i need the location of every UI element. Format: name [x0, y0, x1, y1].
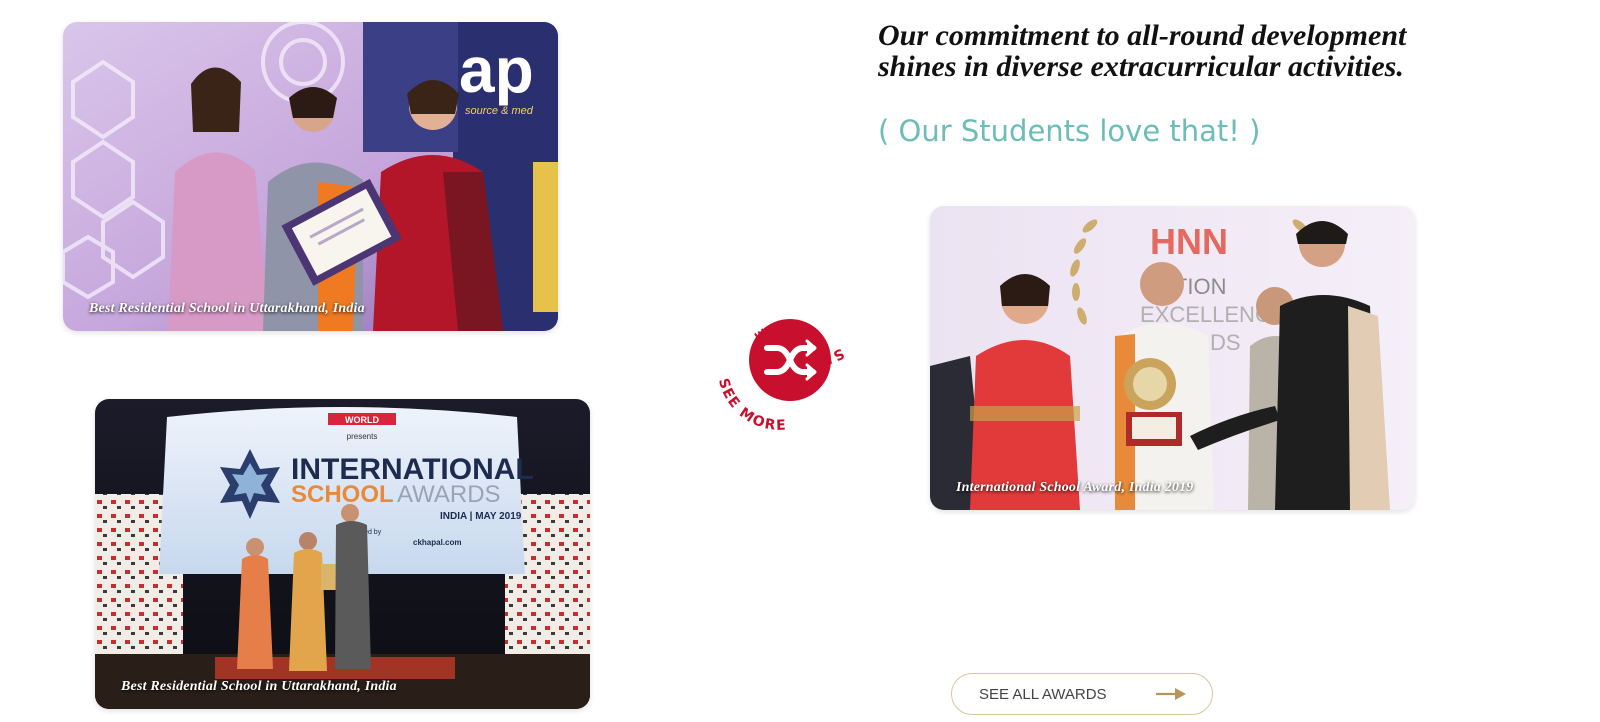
award-photo: WORLD presents INTERNATIONAL SCHOOL AWAR…: [95, 399, 590, 709]
section-heading-line: shines in diverse extracurricular activi…: [878, 50, 1404, 83]
svg-text:SCHOOL: SCHOOL: [291, 481, 394, 508]
svg-text:DS: DS: [1210, 330, 1241, 355]
see-all-awards-label: SEE ALL AWARDS: [979, 685, 1107, 703]
svg-text:AWARDS: AWARDS: [397, 481, 501, 508]
arrow-right-icon: [1156, 688, 1186, 700]
award-photo-card[interactable]: ap source & med Best Residential School …: [63, 22, 558, 331]
section-heading-line: Our commitment to all-round development: [878, 19, 1407, 52]
award-caption: International School Award, India 2019: [956, 480, 1194, 495]
svg-text:WORLD: WORLD: [345, 415, 379, 425]
svg-text:presents: presents: [347, 432, 378, 441]
svg-text:ckhapal.com: ckhapal.com: [413, 538, 461, 547]
section-subheading: ( Our Students love that! ): [878, 114, 1261, 148]
svg-text:source & med: source & med: [465, 105, 534, 117]
award-photo: ap source & med: [63, 22, 558, 331]
see-more-badge[interactable]: SEE MORE SEE MORE: [715, 296, 865, 436]
award-caption: Best Residential School in Uttarakhand, …: [121, 679, 397, 694]
svg-text:INDIA | MAY 2019: INDIA | MAY 2019: [440, 511, 522, 522]
award-caption: Best Residential School in Uttarakhand, …: [89, 301, 365, 316]
see-all-awards-button[interactable]: SEE ALL AWARDS: [951, 673, 1213, 715]
award-photo-card[interactable]: WORLD presents INTERNATIONAL SCHOOL AWAR…: [95, 399, 590, 709]
backdrop-text: ap: [459, 34, 534, 106]
section-heading: Our commitment to all-round development …: [878, 20, 1406, 82]
award-photo-card[interactable]: HNN CATION EXCELLENC DS International Sc…: [930, 206, 1415, 510]
award-photo: HNN CATION EXCELLENC DS: [930, 206, 1415, 510]
svg-text:HNN: HNN: [1150, 221, 1228, 262]
